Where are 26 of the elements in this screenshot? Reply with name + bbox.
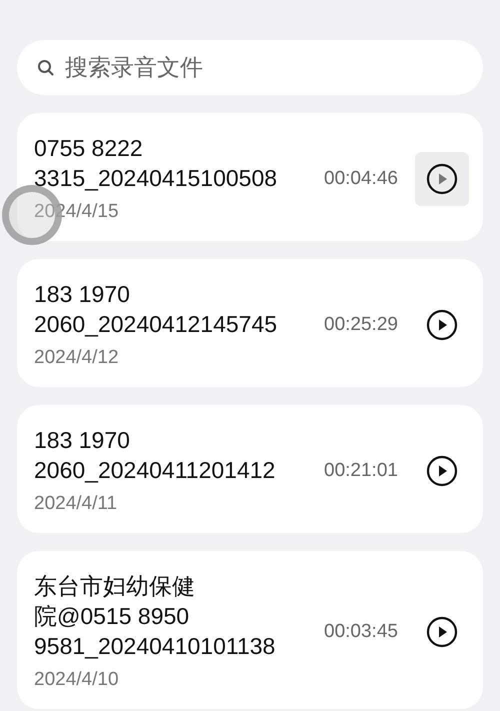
duration: 00:04:46: [324, 166, 398, 191]
recording-name: 东台市妇幼保健: [34, 572, 195, 601]
duration: 00:25:29: [324, 312, 398, 337]
recording-name: 2060_20240411201412: [34, 456, 276, 485]
recording-name: 院@0515 8950: [34, 602, 190, 631]
duration: 00:21:01: [324, 458, 398, 483]
search-field[interactable]: 搜索录音文件: [17, 40, 483, 95]
recording-card[interactable]: 183 1970 2060_20240411201412 2024/4/11 00:21:01: [17, 405, 483, 533]
play-icon: [426, 616, 458, 648]
recording-name: 3315_20240415100508: [34, 164, 278, 193]
recording-name: 9581_20240410101138: [34, 632, 276, 661]
search-icon: [37, 59, 55, 77]
recording-date: 2024/4/10: [34, 668, 119, 692]
duration: 00:03:45: [324, 620, 398, 644]
recording-name: 0755 8222: [34, 134, 143, 163]
recording-name: 183 1970: [34, 280, 130, 309]
recording-card[interactable]: 东台市妇幼保健 院@0515 8950 9581_20240410101138 2024/4/10 00:03:45: [17, 551, 483, 709]
recording-card[interactable]: 183 1970 2060_20240412145745 2024/4/12 00:25:29: [17, 259, 483, 387]
recording-name: 2060_20240412145745: [34, 310, 278, 339]
play-button[interactable]: [415, 152, 469, 206]
play-icon: [426, 455, 458, 487]
recording-date: 2024/4/11: [34, 492, 118, 516]
recording-date: 2024/4/12: [34, 346, 119, 370]
play-icon: [426, 309, 458, 341]
recording-name: 183 1970: [34, 426, 130, 455]
play-icon: [426, 163, 458, 195]
